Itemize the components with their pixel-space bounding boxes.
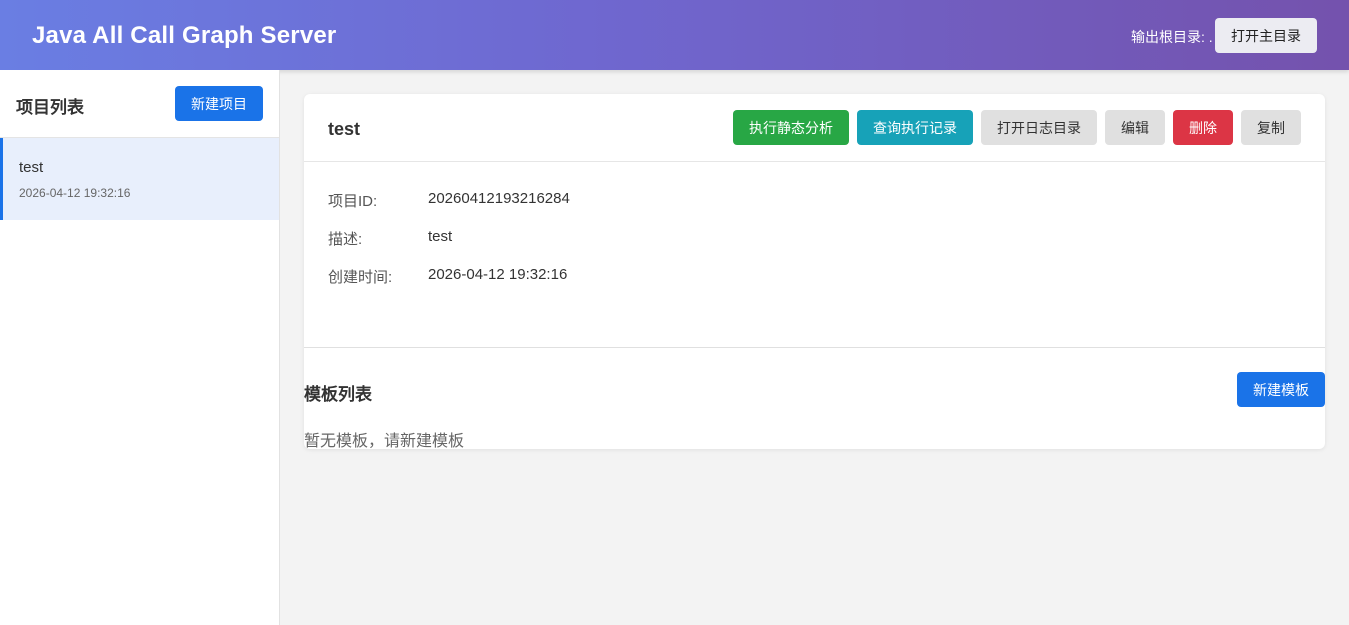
section-divider [304,347,1325,348]
created-time-label: 创建时间: [328,269,393,286]
app-title: Java All Call Graph Server [32,22,337,49]
copy-button[interactable]: 复制 [1241,110,1301,145]
new-template-button[interactable]: 新建模板 [1237,372,1325,407]
project-list-item[interactable]: test 2026-04-12 19:32:16 [0,138,279,220]
card-divider [304,161,1325,162]
project-id-label: 项目ID: [328,193,378,210]
project-item-date: 2026-04-12 19:32:16 [19,186,131,200]
sidebar: 项目列表 新建项目 test 2026-04-12 19:32:16 [0,70,280,625]
project-item-name: test [19,159,44,176]
run-static-analysis-button[interactable]: 执行静态分析 [733,110,849,145]
open-log-dir-button[interactable]: 打开日志目录 [981,110,1097,145]
project-detail-card: test 执行静态分析 查询执行记录 打开日志目录 编辑 删除 复制 项目ID:… [304,94,1325,450]
project-title: test [328,119,361,139]
sidebar-title: 项目列表 [16,98,84,117]
template-empty-message: 暂无模板，请新建模板 [304,433,465,450]
edit-button[interactable]: 编辑 [1105,110,1165,145]
template-list-title: 模板列表 [304,385,372,404]
app-header: Java All Call Graph Server 输出根目录: . 打开主目… [0,0,1349,70]
query-records-button[interactable]: 查询执行记录 [857,110,973,145]
description-label: 描述: [328,231,363,248]
created-time-value: 2026-04-12 19:32:16 [428,266,568,283]
output-root-label: 输出根目录: . [1131,29,1213,45]
description-value: test [428,228,453,245]
project-id-value: 20260412193216284 [428,190,570,207]
open-main-dir-button[interactable]: 打开主目录 [1215,18,1317,53]
delete-button[interactable]: 删除 [1173,110,1233,145]
new-project-button[interactable]: 新建项目 [175,86,263,121]
